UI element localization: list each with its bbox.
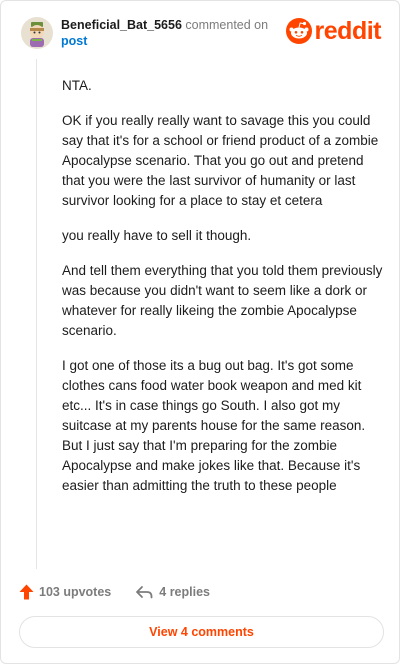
reddit-logo-icon <box>285 18 312 44</box>
comment-paragraph: And tell them everything that you told t… <box>62 263 383 338</box>
reply-arrow-icon <box>136 586 153 599</box>
comment-header: Beneficial_Bat_5656 commented on post re… <box>21 15 383 55</box>
reddit-wordmark: reddit <box>314 17 382 45</box>
post-link[interactable]: post <box>61 33 291 49</box>
username[interactable]: Beneficial_Bat_5656 <box>61 18 182 32</box>
comment-actions: 103 upvotes 4 replies <box>19 583 210 601</box>
comment-paragraph: OK if you really really want to savage t… <box>62 113 379 208</box>
upvote-button[interactable]: 103 upvotes <box>19 584 111 600</box>
comment-body: NTA. OK if you really really want to sav… <box>62 76 384 511</box>
replies-button[interactable]: 4 replies <box>135 585 210 599</box>
comment-paragraph: NTA. <box>62 78 92 93</box>
reddit-logo[interactable]: reddit <box>285 17 382 45</box>
commented-on-text: commented on <box>185 18 269 32</box>
comment-paragraph: I got one of those its a bug out bag. It… <box>62 358 366 493</box>
comment-card: Beneficial_Bat_5656 commented on post re… <box>0 0 400 664</box>
comment-meta: Beneficial_Bat_5656 commented on post <box>61 17 291 49</box>
view-comments-button[interactable]: View 4 comments <box>19 616 384 648</box>
upvote-arrow-icon <box>19 584 34 600</box>
comment-paragraph: you really have to sell it though. <box>62 228 252 243</box>
snoo-avatar-icon <box>21 17 53 49</box>
replies-count: 4 replies <box>159 585 210 599</box>
upvotes-count: 103 upvotes <box>39 585 112 599</box>
thread-line[interactable] <box>36 59 37 569</box>
user-avatar[interactable] <box>21 17 53 49</box>
